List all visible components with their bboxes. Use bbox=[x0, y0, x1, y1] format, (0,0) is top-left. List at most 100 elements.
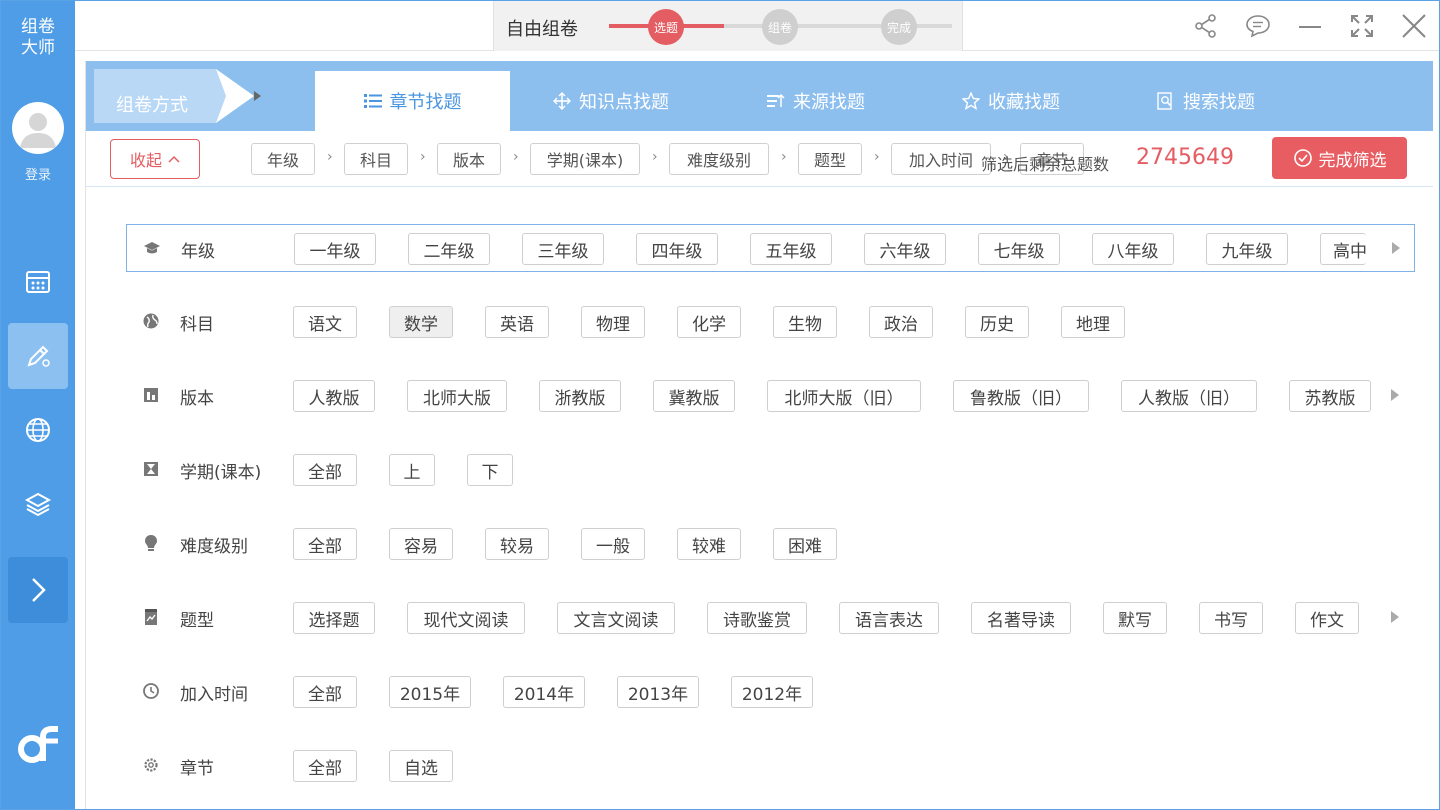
option-chip[interactable]: 九年级 bbox=[1206, 233, 1288, 265]
sidebar-item-calendar[interactable] bbox=[8, 249, 68, 315]
filter-row-semester: 学期(课本) 全部 上 下 bbox=[126, 446, 1415, 494]
sidebar-expand-button[interactable] bbox=[8, 557, 68, 623]
option-chip[interactable]: 历史 bbox=[965, 306, 1029, 338]
option-chip[interactable]: 三年级 bbox=[522, 233, 604, 265]
option-chip[interactable]: 二年级 bbox=[408, 233, 490, 265]
option-chip[interactable]: 六年级 bbox=[864, 233, 946, 265]
option-chip[interactable]: 地理 bbox=[1061, 306, 1125, 338]
option-chip[interactable]: 鲁教版（旧） bbox=[953, 380, 1089, 412]
option-chip[interactable]: 较易 bbox=[485, 528, 549, 560]
fullscreen-button[interactable] bbox=[1347, 11, 1377, 41]
option-chip[interactable]: 一般 bbox=[581, 528, 645, 560]
option-chip[interactable]: 语文 bbox=[293, 306, 357, 338]
tab-chapter[interactable]: 章节找题 bbox=[315, 71, 510, 131]
option-chip[interactable]: 英语 bbox=[485, 306, 549, 338]
tab-search-label: 搜索找题 bbox=[1183, 92, 1255, 113]
option-chip-selected[interactable]: 数学 bbox=[389, 306, 453, 338]
option-chip[interactable]: 2013年 bbox=[617, 676, 699, 708]
option-chip[interactable]: 现代文阅读 bbox=[407, 602, 525, 634]
pencil-icon bbox=[27, 345, 50, 367]
crumb-question-type[interactable]: 题型 bbox=[798, 143, 862, 175]
option-chip[interactable]: 北师大版 bbox=[407, 380, 507, 412]
wizard-step-finish[interactable]: 完成 bbox=[881, 9, 917, 45]
option-chip[interactable]: 八年级 bbox=[1092, 233, 1174, 265]
comment-button[interactable] bbox=[1243, 11, 1273, 41]
option-chip[interactable]: 全部 bbox=[293, 676, 357, 708]
wizard-step-compose[interactable]: 组卷 bbox=[762, 9, 798, 45]
tab-source[interactable]: 来源找题 bbox=[741, 71, 891, 131]
filter-panel: 组卷方式 章节找题 知识点找题 来源找题 收藏找题 搜索找题 收起 年级 › 科… bbox=[85, 61, 1433, 809]
option-chip[interactable]: 2014年 bbox=[503, 676, 585, 708]
collapse-button[interactable]: 收起 bbox=[110, 139, 200, 179]
filter-label: 学期(课本) bbox=[180, 463, 262, 483]
scroll-right-arrow[interactable] bbox=[1391, 389, 1399, 401]
option-chip[interactable]: 语言表达 bbox=[839, 602, 939, 634]
finish-filter-button[interactable]: 完成筛选 bbox=[1272, 137, 1407, 179]
option-chip[interactable]: 诗歌鉴赏 bbox=[707, 602, 807, 634]
option-chip[interactable]: 化学 bbox=[677, 306, 741, 338]
tab-search[interactable]: 搜索找题 bbox=[1131, 71, 1281, 131]
option-chip[interactable]: 苏教版 bbox=[1289, 380, 1371, 412]
graduation-cap-icon bbox=[144, 242, 160, 254]
option-chip[interactable]: 默写 bbox=[1103, 602, 1167, 634]
option-chip[interactable]: 全部 bbox=[293, 528, 357, 560]
option-chip[interactable]: 困难 bbox=[773, 528, 837, 560]
option-chip[interactable]: 作文 bbox=[1295, 602, 1359, 634]
close-button[interactable] bbox=[1399, 11, 1429, 41]
option-chip[interactable]: 五年级 bbox=[750, 233, 832, 265]
option-chip[interactable]: 名著导读 bbox=[971, 602, 1071, 634]
sidebar-item-layers[interactable] bbox=[8, 471, 68, 537]
option-chip[interactable]: 冀教版 bbox=[653, 380, 735, 412]
option-chip[interactable]: 浙教版 bbox=[539, 380, 621, 412]
crumb-separator: › bbox=[652, 149, 658, 165]
option-chip[interactable]: 上 bbox=[389, 454, 435, 486]
option-chip[interactable]: 自选 bbox=[389, 750, 453, 782]
option-chip[interactable]: 高中 bbox=[1320, 233, 1366, 265]
option-chip[interactable]: 生物 bbox=[773, 306, 837, 338]
login-link[interactable]: 登录 bbox=[1, 164, 75, 183]
share-button[interactable] bbox=[1191, 11, 1221, 41]
tab-knowledge-label: 知识点找题 bbox=[579, 92, 669, 113]
option-chip[interactable]: 全部 bbox=[293, 454, 357, 486]
app-logo-icon bbox=[18, 726, 58, 763]
option-chip[interactable]: 全部 bbox=[293, 750, 357, 782]
option-chip[interactable]: 选择题 bbox=[293, 602, 375, 634]
wizard-step-select[interactable]: 选题 bbox=[648, 9, 684, 45]
option-chip[interactable]: 人教版 bbox=[293, 380, 375, 412]
crumb-subject[interactable]: 科目 bbox=[344, 143, 408, 175]
option-chip[interactable]: 政治 bbox=[869, 306, 933, 338]
avatar[interactable] bbox=[12, 102, 64, 154]
brand-line-1: 组卷 bbox=[21, 17, 55, 37]
option-chip[interactable]: 书写 bbox=[1199, 602, 1263, 634]
crumb-difficulty[interactable]: 难度级别 bbox=[669, 143, 769, 175]
option-chip[interactable]: 物理 bbox=[581, 306, 645, 338]
brand-line-2: 大师 bbox=[21, 38, 55, 58]
crumb-added-time[interactable]: 加入时间 bbox=[891, 143, 991, 175]
option-chip[interactable]: 文言文阅读 bbox=[557, 602, 675, 634]
option-chip[interactable]: 容易 bbox=[389, 528, 453, 560]
chevron-right-icon bbox=[32, 578, 46, 602]
option-chip[interactable]: 人教版（旧） bbox=[1121, 380, 1257, 412]
scroll-right-arrow[interactable] bbox=[1392, 242, 1400, 254]
sidebar-item-globe[interactable] bbox=[8, 397, 68, 463]
mode-ribbon: 组卷方式 bbox=[94, 69, 261, 123]
crumb-semester[interactable]: 学期(课本) bbox=[530, 143, 640, 175]
option-chip[interactable]: 较难 bbox=[677, 528, 741, 560]
option-chip[interactable]: 2012年 bbox=[731, 676, 813, 708]
option-chip[interactable]: 下 bbox=[467, 454, 513, 486]
crumb-separator: › bbox=[327, 149, 333, 165]
option-chip[interactable]: 一年级 bbox=[294, 233, 376, 265]
crumb-edition[interactable]: 版本 bbox=[437, 143, 501, 175]
scroll-right-arrow[interactable] bbox=[1391, 611, 1399, 623]
tab-knowledge[interactable]: 知识点找题 bbox=[531, 71, 691, 131]
option-chip[interactable]: 北师大版（旧） bbox=[767, 380, 921, 412]
tab-favorites[interactable]: 收藏找题 bbox=[936, 71, 1086, 131]
option-chip[interactable]: 四年级 bbox=[636, 233, 718, 265]
option-chip[interactable]: 2015年 bbox=[389, 676, 471, 708]
minimize-button[interactable] bbox=[1295, 11, 1325, 41]
crumb-grade[interactable]: 年级 bbox=[251, 143, 315, 175]
option-chip[interactable]: 七年级 bbox=[978, 233, 1060, 265]
share-icon bbox=[1195, 14, 1216, 38]
sidebar-item-compose[interactable] bbox=[8, 323, 68, 389]
filter-label: 题型 bbox=[180, 611, 214, 631]
